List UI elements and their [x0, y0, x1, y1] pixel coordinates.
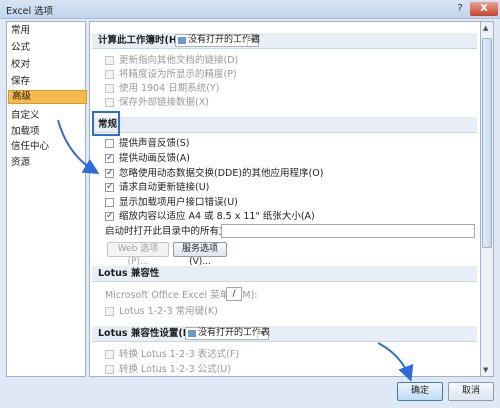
excel-options-dialog: Excel 选项 ? X 常用 公式 校对 保存 高级 自定义 加载项 信任中心…	[0, 0, 500, 408]
lotus-section-header: Lotus 兼容性	[92, 266, 477, 282]
option-label: 转换 Lotus 1-2-3 公式(U)	[119, 364, 232, 375]
sidebar-item-formulas[interactable]: 公式	[11, 42, 30, 54]
menu-key-input[interactable]: /	[226, 287, 242, 301]
checkbox[interactable]	[105, 365, 114, 374]
down-arrow-icon[interactable]: ▼	[483, 366, 488, 374]
sidebar-item-addins[interactable]: 加载项	[11, 126, 40, 138]
sidebar-item-advanced[interactable]: 高级	[8, 90, 87, 104]
checkbox[interactable]	[105, 70, 114, 79]
title-bar: Excel 选项 ? X	[0, 0, 500, 19]
worksheet-icon	[188, 330, 196, 337]
vertical-scrollbar[interactable]: ▲ ▼	[480, 21, 494, 377]
checkbox[interactable]	[105, 307, 114, 316]
calc-section-header: 计算此工作簿时(H):	[92, 33, 477, 49]
sidebar: 常用 公式 校对 保存 高级 自定义 加载项 信任中心 资源	[6, 21, 87, 377]
option-label: 提供声音反馈(S)	[119, 138, 190, 149]
checkbox[interactable]	[105, 198, 114, 207]
lotus-sheet-dropdown[interactable]: 没有打开的工作表 ▼	[185, 327, 270, 340]
workbook-icon	[178, 37, 186, 44]
option-label: 显示加载项用户接口错误(U)	[119, 197, 238, 208]
option-label: 缩放内容以适应 A4 或 8.5 x 11" 纸张大小(A)	[119, 211, 315, 222]
checkbox[interactable]	[105, 210, 114, 222]
sidebar-item-general[interactable]: 常用	[11, 25, 30, 37]
up-arrow-icon[interactable]: ▲	[483, 24, 488, 32]
sidebar-item-resources[interactable]: 资源	[11, 157, 30, 169]
sidebar-item-save[interactable]: 保存	[11, 76, 30, 88]
scrollbar-thumb[interactable]	[482, 38, 492, 248]
calc-workbook-dropdown[interactable]: 没有打开的工作簿 ▼	[175, 34, 260, 47]
chevron-down-icon: ▼	[247, 35, 258, 46]
sidebar-item-proofing[interactable]: 校对	[11, 59, 30, 71]
close-button[interactable]: X	[470, 2, 498, 16]
help-button[interactable]: ?	[451, 2, 469, 16]
sidebar-item-customize[interactable]: 自定义	[11, 110, 40, 122]
dialog-title: Excel 选项	[6, 6, 54, 17]
checkbox[interactable]	[105, 181, 114, 193]
annotation-highlight-box	[92, 111, 120, 136]
option-label: 转换 Lotus 1-2-3 表达式(F)	[119, 349, 240, 360]
option-label: 使用 1904 日期系统(Y)	[119, 83, 220, 94]
cancel-button[interactable]: 取消	[448, 382, 494, 401]
checkbox[interactable]	[105, 350, 114, 359]
general-section-header: 常规	[92, 117, 477, 133]
option-label: 忽略使用动态数据交换(DDE)的其他应用程序(O)	[119, 168, 324, 179]
checkbox[interactable]	[105, 167, 114, 179]
startup-folder-input[interactable]	[221, 224, 475, 238]
chevron-down-icon: ▼	[257, 328, 268, 339]
option-label: Lotus 1-2-3 常用键(K)	[119, 306, 218, 317]
calc-section-heading: 计算此工作簿时(H):	[98, 35, 185, 46]
checkbox[interactable]	[105, 84, 114, 93]
lotus-section-heading: Lotus 兼容性	[98, 268, 160, 279]
web-options-button[interactable]: Web 选项(P)...	[107, 242, 169, 267]
option-label: 将精度设为所显示的精度(P)	[119, 69, 237, 80]
service-options-button[interactable]: 服务选项(V)...	[173, 242, 227, 267]
checkbox[interactable]	[105, 152, 114, 164]
sidebar-item-trust-center[interactable]: 信任中心	[11, 141, 49, 153]
ok-button[interactable]: 确定	[397, 382, 443, 401]
lotus-settings-section-header: Lotus 兼容性设置(L):	[92, 326, 477, 342]
option-label: 更新指向其他文档的链接(D)	[119, 55, 239, 66]
checkbox[interactable]	[105, 139, 114, 148]
option-label: 提供动画反馈(A)	[119, 153, 190, 164]
option-label: 保存外部链接数据(X)	[119, 97, 209, 108]
options-panel: 计算此工作簿时(H): 没有打开的工作簿 ▼ 更新指向其他文档的链接(D) 将精…	[89, 21, 482, 377]
lotus-settings-heading: Lotus 兼容性设置(L):	[98, 328, 197, 339]
checkbox[interactable]	[105, 98, 114, 107]
option-label: 请求自动更新链接(U)	[119, 182, 210, 193]
checkbox[interactable]	[105, 56, 114, 65]
